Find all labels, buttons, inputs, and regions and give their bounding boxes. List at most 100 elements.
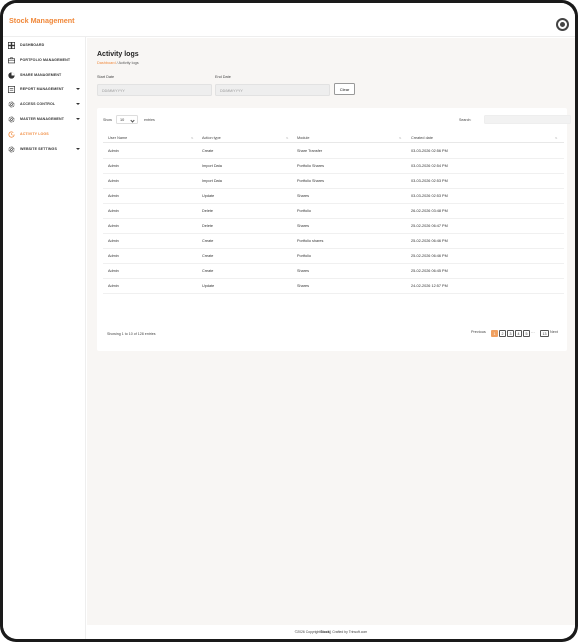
end-date-input[interactable]: DD/MM/YYYY xyxy=(215,84,330,96)
table-cell: Import Data xyxy=(202,164,222,168)
table-cell: Admin xyxy=(108,284,119,288)
table-row: Admin Update Shares 24-02-2026 12:57 PM xyxy=(103,279,564,294)
table-cell: 24-02-2026 12:57 PM xyxy=(411,284,448,288)
chevron-down-icon xyxy=(76,118,80,120)
table-cell: 25-02-2026 06:46 PM xyxy=(411,239,448,243)
table-cell: Admin xyxy=(108,194,119,198)
table-cell: 03-03-2026 02:54 PM xyxy=(411,164,448,168)
page-button[interactable]: 2 xyxy=(499,330,506,337)
column-header[interactable]: Module xyxy=(297,136,309,140)
table-cell: Delete xyxy=(202,224,213,228)
sidebar-item-dashboard[interactable]: DASHBOARD xyxy=(3,39,86,53)
column-header[interactable]: Created date xyxy=(411,136,433,140)
footer: ©2026 Copyright Stock || Crafted by Trin… xyxy=(87,625,575,639)
table-cell: Create xyxy=(202,239,214,243)
table-row: Admin Create Shares 25-02-2026 06:45 PM xyxy=(103,264,564,279)
breadcrumb-dashboard-link[interactable]: Dashboard xyxy=(97,61,116,65)
table-cell: 25-02-2026 06:45 PM xyxy=(411,269,448,273)
table-row: Admin Delete Shares 25-02-2026 06:47 PM xyxy=(103,219,564,234)
column-header[interactable]: User Name xyxy=(108,136,127,140)
table-cell: 03-03-2026 02:53 PM xyxy=(411,179,448,183)
entries-per-page-select[interactable]: 10 xyxy=(116,115,138,124)
sidebar-item-label: PORTFOLIO MANAGEMENT xyxy=(20,58,71,62)
chevron-down-icon xyxy=(76,148,80,150)
sidebar-item-label: REPORT MANAGEMENT xyxy=(20,87,64,91)
brand-title[interactable]: Stock Management xyxy=(9,16,75,25)
start-date-input[interactable]: DD/MM/YYYY xyxy=(97,84,212,96)
start-date-label: Start Date xyxy=(97,75,115,79)
search-input[interactable] xyxy=(484,115,571,124)
table-cell: Shares xyxy=(297,284,310,288)
table-row: Admin Delete Portfolio 26-02-2026 03:48 PM xyxy=(103,204,564,219)
briefcase-icon xyxy=(8,57,15,64)
device-frame: Stock Management DASHBOARD PORTFOLIO MANA… xyxy=(0,0,578,642)
footer-suffix: || Crafted by Trinsoft.com xyxy=(329,630,368,634)
table-cell: Shares xyxy=(297,194,310,198)
pie-icon xyxy=(8,72,15,79)
page-title: Activity logs xyxy=(97,51,139,58)
table-row: Admin Create Portfolio shares 25-02-2026 06… xyxy=(103,234,564,249)
page-button[interactable]: 1 xyxy=(491,330,498,337)
next-button[interactable]: Next xyxy=(550,330,558,337)
table-cell: Portfolio xyxy=(297,209,311,213)
sidebar-item-access-control[interactable]: ACCESS CONTROL xyxy=(3,98,86,112)
table-cell: Admin xyxy=(108,149,119,153)
table-row: Admin Import Data Portfolio Shares 03-03-20… xyxy=(103,174,564,189)
sort-icon[interactable]: ⇅ xyxy=(286,136,289,140)
table-row: Admin Create Portfolio 25-02-2026 06:46 PM xyxy=(103,249,564,264)
table-cell: Admin xyxy=(108,209,119,213)
column-header[interactable]: Action type xyxy=(202,136,221,140)
app-screen: Stock Management DASHBOARD PORTFOLIO MANA… xyxy=(3,3,575,639)
main-content: Activity logs Dashboard / Activity logs … xyxy=(87,38,575,625)
table-cell: 03-03-2026 02:56 PM xyxy=(411,149,448,153)
table-cell: Admin xyxy=(108,254,119,258)
sidebar-item-label: ACTIVITY LOGS xyxy=(20,132,49,136)
table-cell: Create xyxy=(202,269,214,273)
page-button[interactable]: 5 xyxy=(523,330,530,337)
footer-prefix: ©2026 Copyright xyxy=(294,630,321,634)
sort-icon[interactable]: ⇅ xyxy=(399,136,402,140)
table-cell: Update xyxy=(202,194,215,198)
table-cell: Portfolio Shares xyxy=(297,164,325,168)
sort-icon[interactable]: ⇅ xyxy=(191,136,194,140)
table-cell: Admin xyxy=(108,239,119,243)
page-button[interactable]: 3 xyxy=(507,330,514,337)
sidebar-item-label: WEBSITE SETTINGS xyxy=(20,147,57,151)
clear-button[interactable]: Clear xyxy=(334,83,355,95)
breadcrumb: Dashboard / Activity logs xyxy=(97,61,139,65)
user-avatar-icon[interactable] xyxy=(556,18,569,31)
chevron-down-icon xyxy=(130,118,135,123)
sidebar-item-activity-logs[interactable]: ACTIVITY LOGS xyxy=(3,128,86,142)
table-cell: 26-02-2026 03:48 PM xyxy=(411,209,448,213)
sidebar-item-share-management[interactable]: SHARE MANAGEMENT xyxy=(3,69,86,83)
previous-button[interactable]: Previous xyxy=(471,330,486,337)
page-button-last[interactable]: 13 xyxy=(540,330,549,337)
table-row: Admin Create Share Transfer 03-03-2026 02:5… xyxy=(103,144,564,159)
chevron-down-icon xyxy=(76,103,80,105)
report-icon xyxy=(8,86,15,93)
logs-card: Show 10 entries Search: User Name ⇅ Action… xyxy=(97,108,571,351)
sidebar-item-master-management[interactable]: MASTER MANAGEMENT xyxy=(3,113,86,127)
table-header: User Name ⇅ Action type ⇅ Module ⇅ Created dat… xyxy=(103,133,564,143)
show-label: Show xyxy=(103,118,112,122)
table-row: Admin Import Data Portfolio Shares 03-03-20… xyxy=(103,159,564,174)
page-button[interactable]: 4 xyxy=(515,330,522,337)
search-label: Search: xyxy=(459,118,472,122)
sort-icon[interactable]: ⇅ xyxy=(555,136,558,140)
entries-per-page-value: 10 xyxy=(120,118,125,122)
table-cell: 03-03-2026 02:53 PM xyxy=(411,194,448,198)
sidebar-item-label: MASTER MANAGEMENT xyxy=(20,117,65,121)
table-cell: 25-02-2026 06:47 PM xyxy=(411,224,448,228)
table-cell: Portfolio shares xyxy=(297,239,324,243)
table-row: Admin Update Shares 03-03-2026 02:53 PM xyxy=(103,189,564,204)
table-cell: 25-02-2026 06:46 PM xyxy=(411,254,448,258)
sidebar-item-report-management[interactable]: REPORT MANAGEMENT xyxy=(3,83,86,97)
sidebar-item-label: DASHBOARD xyxy=(20,43,45,47)
footer-brand: Stock xyxy=(320,630,330,634)
sidebar-item-website-settings[interactable]: WEBSITE SETTINGS xyxy=(3,143,86,157)
sidebar-item-portfolio-management[interactable]: PORTFOLIO MANAGEMENT xyxy=(3,54,86,68)
history-icon xyxy=(8,131,15,138)
sidebar-item-label: ACCESS CONTROL xyxy=(20,102,56,106)
table-cell: Import Data xyxy=(202,179,222,183)
entries-label: entries xyxy=(144,118,155,122)
